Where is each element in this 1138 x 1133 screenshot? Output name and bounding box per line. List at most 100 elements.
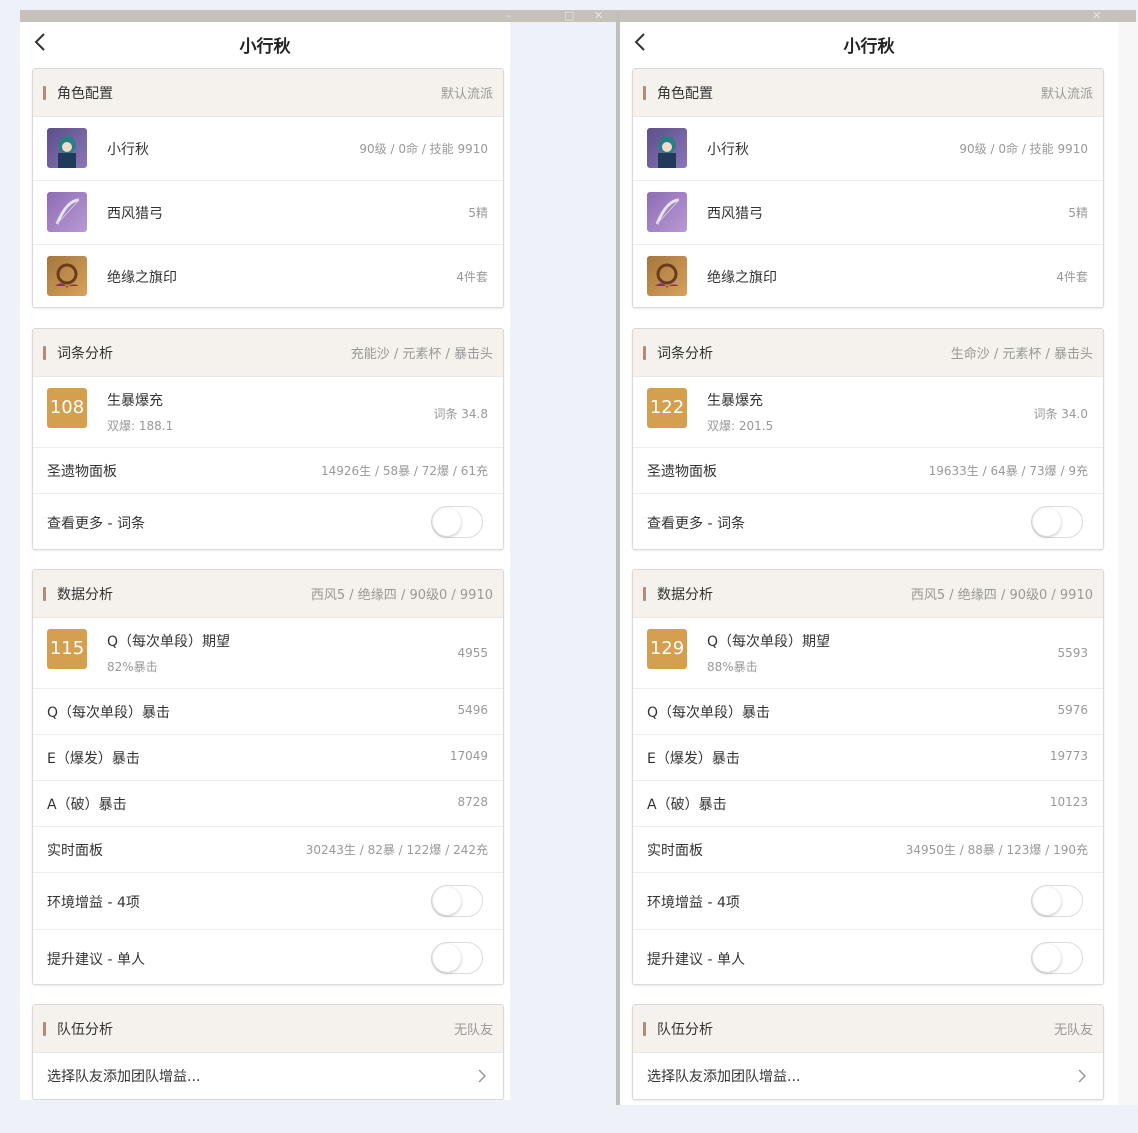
card-title: 角色配置 — [657, 86, 713, 102]
advice-toggle[interactable] — [1031, 942, 1083, 974]
character-info: 90级 / 0命 / 技能 9910 — [359, 142, 488, 156]
header-accent — [43, 346, 46, 360]
stat-analysis-card: 词条分析 生命沙 / 元素杯 / 暴击头 122 生暴爆充 双爆: 201.5 … — [632, 328, 1104, 550]
character-row[interactable]: 小行秋 90级 / 0命 / 技能 9910 — [33, 117, 503, 180]
artifact-row[interactable]: 绝缘之旗印 4件套 — [33, 244, 503, 308]
bottom-strip — [0, 1105, 1138, 1133]
damage-row: A（破）暴击 8728 — [33, 780, 503, 826]
toggle-knob — [1033, 887, 1061, 915]
window-titlebar-right: ✕ — [620, 10, 1136, 22]
minimize-icon[interactable]: – — [506, 10, 512, 22]
weapon-refine: 5精 — [468, 206, 488, 220]
team-analysis-card: 队伍分析 无队友 选择队友添加团队增益... — [32, 1004, 504, 1100]
score-badge: 122 — [647, 388, 687, 428]
stat-score-row: 122 生暴爆充 双爆: 201.5 词条 34.0 — [633, 377, 1103, 447]
build-style-link[interactable]: 默认流派 — [1041, 83, 1093, 102]
header-accent — [643, 1022, 646, 1036]
scrollbar-gutter[interactable] — [1118, 22, 1138, 1105]
score-badge: 129 — [647, 629, 687, 669]
weapon-row[interactable]: 西风猎弓 5精 — [633, 180, 1103, 244]
row-value: 8728 — [457, 795, 488, 809]
card-title: 词条分析 — [57, 346, 113, 362]
env-buff-toggle[interactable] — [1031, 885, 1083, 917]
row-value: 17049 — [449, 749, 488, 763]
row-value: 19773 — [1049, 749, 1088, 763]
select-teammate-row[interactable]: 选择队友添加团队增益... — [33, 1053, 503, 1099]
main-stats-summary: 充能沙 / 元素杯 / 暴击头 — [350, 347, 493, 362]
row-label: 环境增益 - 4项 — [647, 895, 740, 911]
score-value: 5593 — [1057, 646, 1088, 660]
weapon-icon — [47, 192, 87, 232]
row-label: 选择队友添加团队增益... — [47, 1069, 201, 1085]
artifact-set: 4件套 — [1056, 270, 1088, 284]
env-buff-row: 环境增益 - 4项 — [633, 872, 1103, 929]
weapon-row[interactable]: 西风猎弓 5精 — [33, 180, 503, 244]
artifact-set: 4件套 — [456, 270, 488, 284]
team-analysis-card: 队伍分析 无队友 选择队友添加团队增益... — [632, 1004, 1104, 1100]
nav-bar: 小行秋 — [620, 22, 1118, 64]
role-config-card: 角色配置 默认流派 小行秋 90级 / 0命 / 技能 9910 西风猎弓 5精 — [32, 68, 504, 308]
row-value: 34950生 / 88暴 / 123爆 / 190充 — [905, 843, 1088, 857]
live-panel-row: 实时面板 30243生 / 82暴 / 122爆 / 242充 — [33, 826, 503, 872]
advice-toggle[interactable] — [431, 942, 483, 974]
character-name: 小行秋 — [707, 142, 749, 158]
more-stats-row: 查看更多 - 词条 — [633, 493, 1103, 550]
card-title: 队伍分析 — [657, 1022, 713, 1038]
toggle-knob — [1033, 944, 1061, 972]
card-header: 队伍分析 无队友 — [633, 1005, 1103, 1053]
card-header: 队伍分析 无队友 — [33, 1005, 503, 1053]
header-accent — [643, 346, 646, 360]
card-header: 词条分析 生命沙 / 元素杯 / 暴击头 — [633, 329, 1103, 377]
row-value: 14926生 / 58暴 / 72爆 / 61充 — [321, 464, 488, 478]
score-title: 生暴爆充 — [107, 393, 163, 409]
env-buff-toggle[interactable] — [431, 885, 483, 917]
artifact-row[interactable]: 绝缘之旗印 4件套 — [633, 244, 1103, 308]
row-value: 5976 — [1057, 703, 1088, 717]
nav-bar: 小行秋 — [20, 22, 510, 64]
card-header: 数据分析 西风5 / 绝缘四 / 90级0 / 9910 — [633, 570, 1103, 618]
damage-row: Q（每次单段）暴击 5496 — [33, 688, 503, 734]
toggle-knob — [433, 887, 461, 915]
score-badge: 108 — [47, 388, 87, 428]
toggle-knob — [433, 944, 461, 972]
row-label: 环境增益 - 4项 — [47, 895, 140, 911]
damage-row: E（爆发）暴击 17049 — [33, 734, 503, 780]
card-title: 词条分析 — [657, 346, 713, 362]
row-label: A（破）暴击 — [47, 797, 127, 813]
character-avatar — [647, 128, 687, 168]
select-teammate-row[interactable]: 选择队友添加团队增益... — [633, 1053, 1103, 1099]
character-name: 小行秋 — [107, 142, 149, 158]
card-title: 角色配置 — [57, 86, 113, 102]
role-config-card: 角色配置 默认流派 小行秋 90级 / 0命 / 技能 9910 西风猎弓 5精 — [632, 68, 1104, 308]
build-style-link[interactable]: 默认流派 — [441, 83, 493, 102]
advice-row: 提升建议 - 单人 — [633, 929, 1103, 986]
row-label: Q（每次单段）暴击 — [47, 705, 171, 721]
card-title: 数据分析 — [657, 587, 713, 603]
artifact-name: 绝缘之旗印 — [107, 270, 177, 286]
row-label: 实时面板 — [647, 843, 703, 859]
live-panel-row: 实时面板 34950生 / 88暴 / 123爆 / 190充 — [633, 826, 1103, 872]
header-accent — [43, 86, 46, 100]
artifact-icon — [47, 256, 87, 296]
score-sub: 82%暴击 — [107, 660, 158, 674]
weapon-name: 西风猎弓 — [707, 206, 763, 222]
row-label: 圣遗物面板 — [47, 464, 117, 480]
card-header: 角色配置 默认流派 — [633, 69, 1103, 117]
damage-analysis-card: 数据分析 西风5 / 绝缘四 / 90级0 / 9910 115 Q（每次单段）… — [32, 569, 504, 985]
more-stats-toggle[interactable] — [431, 506, 483, 538]
maximize-icon[interactable]: □ — [564, 10, 574, 22]
close-icon[interactable]: ✕ — [594, 10, 603, 22]
more-stats-toggle[interactable] — [1031, 506, 1083, 538]
header-accent — [643, 587, 646, 601]
row-label: A（破）暴击 — [647, 797, 727, 813]
row-value: 19633生 / 64暴 / 73爆 / 9充 — [928, 464, 1088, 478]
row-label: 圣遗物面板 — [647, 464, 717, 480]
character-row[interactable]: 小行秋 90级 / 0命 / 技能 9910 — [633, 117, 1103, 180]
damage-analysis-card: 数据分析 西风5 / 绝缘四 / 90级0 / 9910 129 Q（每次单段）… — [632, 569, 1104, 985]
score-sub: 88%暴击 — [707, 660, 758, 674]
advice-row: 提升建议 - 单人 — [33, 929, 503, 986]
close-icon[interactable]: ✕ — [1092, 10, 1101, 22]
build-summary: 西风5 / 绝缘四 / 90级0 / 9910 — [910, 588, 1093, 603]
score-sub: 双爆: 201.5 — [707, 419, 774, 433]
damage-row: A（破）暴击 10123 — [633, 780, 1103, 826]
